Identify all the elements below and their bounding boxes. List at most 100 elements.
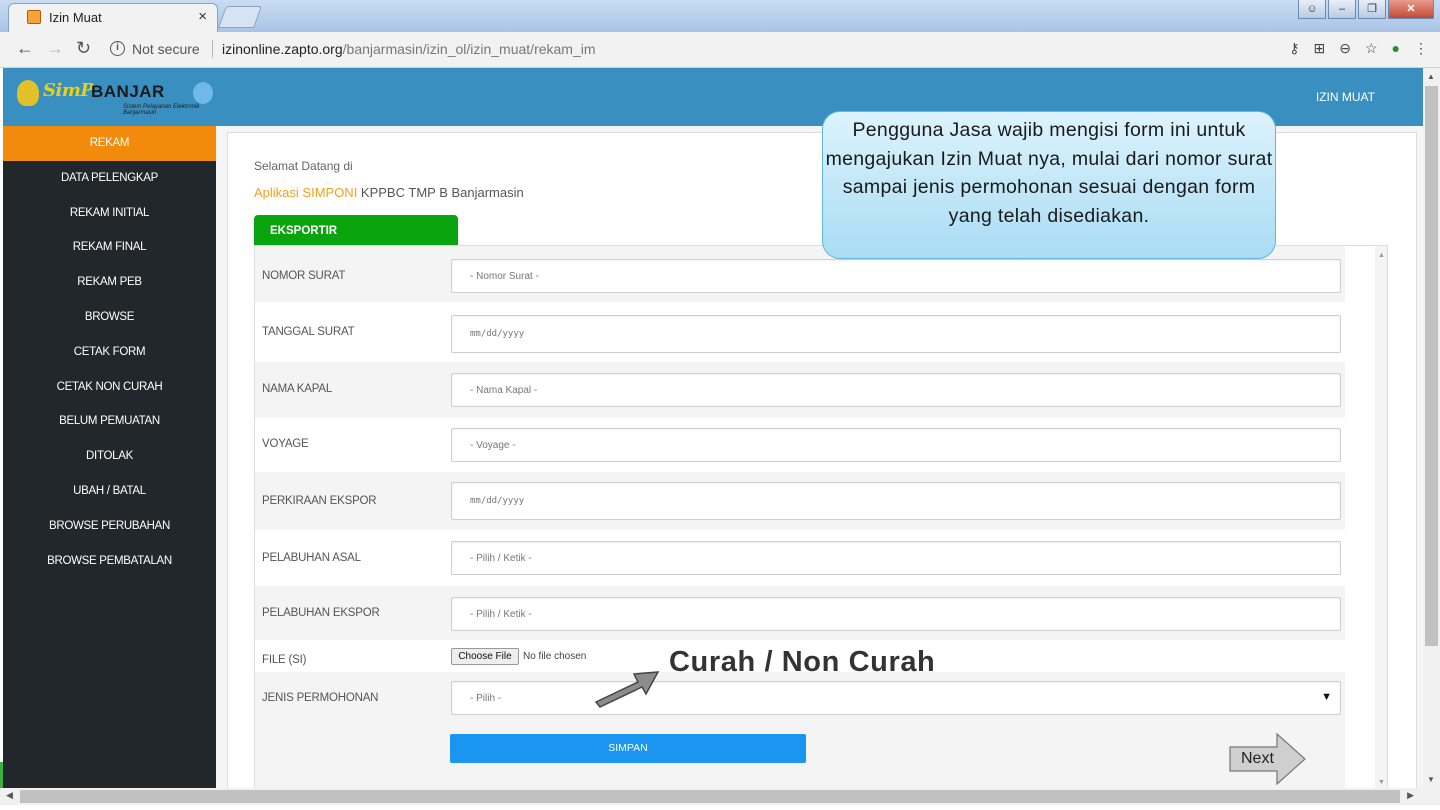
minimize-button[interactable]: – xyxy=(1328,0,1356,19)
simpan-button[interactable]: SIMPAN xyxy=(450,734,806,763)
voyage-input[interactable]: - Voyage - xyxy=(451,428,1341,462)
scroll-right-icon[interactable]: ▶ xyxy=(1407,790,1414,801)
form-scrollbar[interactable]: ▲ ▼ xyxy=(1375,246,1387,790)
form-row-perkiraan-ekspor: PERKIRAAN EKSPOR mm/dd/yyyy xyxy=(255,472,1345,530)
simpeb-logo[interactable]: SimP BANJAR Sistem Pelayanan Elektronik … xyxy=(15,76,217,116)
url-host: izinonline.zapto.org xyxy=(222,41,343,57)
tanggal-surat-input[interactable]: mm/dd/yyyy xyxy=(451,315,1341,353)
form-row-pelabuhan-asal: PELABUHAN ASAL - Pilih / Ketik - xyxy=(255,530,1345,586)
reload-icon[interactable]: ↻ xyxy=(76,38,91,59)
jenis-permohonan-select[interactable]: - Pilih - ▼ xyxy=(451,681,1341,715)
field-label: PELABUHAN EKSPOR xyxy=(262,607,380,619)
url-separator xyxy=(212,40,213,58)
pelabuhan-ekspor-input[interactable]: - Pilih / Ketik - xyxy=(451,597,1341,631)
welcome-text: Selamat Datang di xyxy=(254,159,353,173)
translate-icon[interactable]: ⊞ xyxy=(1314,40,1326,57)
page-horizontal-scrollbar[interactable]: ◀ ▶ xyxy=(0,788,1440,805)
file-label: FILE (SI) xyxy=(262,654,307,666)
globe-icon xyxy=(193,82,213,104)
sidebar-item-rekam-peb[interactable]: REKAM PEB xyxy=(3,265,216,300)
url-text[interactable]: izinonline.zapto.org/banjarmasin/izin_ol… xyxy=(222,41,596,57)
input-placeholder: mm/dd/yyyy xyxy=(470,496,525,506)
form-row-voyage: VOYAGE - Voyage - xyxy=(255,418,1345,472)
sidebar-item-cetak-non-curah[interactable]: CETAK NON CURAH xyxy=(3,370,216,405)
zoom-icon[interactable]: ⊖ xyxy=(1339,40,1351,57)
sidebar-item-browse-pembatalan[interactable]: BROWSE PEMBATALAN xyxy=(3,544,216,579)
sidebar-item-ubah-batal[interactable]: UBAH / BATAL xyxy=(3,474,216,509)
sidebar-item-rekam-initial[interactable]: REKAM INITIAL xyxy=(3,196,216,231)
sidebar-item-cetak-form[interactable]: CETAK FORM xyxy=(3,335,216,370)
logo-tagline: Sistem Pelayanan Elektronik Banjarmasin xyxy=(123,104,200,116)
pelabuhan-asal-input[interactable]: - Pilih / Ketik - xyxy=(451,541,1341,575)
sidebar-item-browse-perubahan[interactable]: BROWSE PERUBAHAN xyxy=(3,509,216,544)
tab-eksportir[interactable]: EKSPORTIR xyxy=(254,215,458,245)
dropdown-arrow-icon: ▼ xyxy=(1321,691,1332,703)
address-bar[interactable]: i Not secure izinonline.zapto.org/banjar… xyxy=(104,36,1364,64)
file-status: No file chosen xyxy=(523,651,587,662)
new-tab-button[interactable] xyxy=(217,6,263,28)
field-label: VOYAGE xyxy=(262,438,309,450)
back-icon[interactable]: ← xyxy=(16,38,34,59)
nama-kapal-input[interactable]: - Nama Kapal - xyxy=(451,373,1341,407)
nomor-surat-input[interactable]: - Nomor Surat - xyxy=(451,259,1341,293)
app-name: Aplikasi SIMPONI KPPBC TMP B Banjarmasin xyxy=(254,185,524,200)
field-label: TANGGAL SURAT xyxy=(262,326,355,338)
scroll-down-icon[interactable]: ▼ xyxy=(1427,775,1435,784)
scroll-thumb[interactable] xyxy=(1425,86,1438,646)
field-label: NAMA KAPAL xyxy=(262,383,333,395)
perkiraan-ekspor-input[interactable]: mm/dd/yyyy xyxy=(451,482,1341,520)
sidebar-item-ditolak[interactable]: DITOLAK xyxy=(3,439,216,474)
menu-icon[interactable]: ⋮ xyxy=(1414,40,1428,57)
logo-brand: SimP xyxy=(43,80,94,101)
input-placeholder: - Pilih / Ketik - xyxy=(470,553,532,564)
scroll-up-icon[interactable]: ▲ xyxy=(1378,252,1385,259)
edge-indicator xyxy=(0,762,3,788)
sidebar-item-browse[interactable]: BROWSE xyxy=(3,300,216,335)
curah-annotation: Curah / Non Curah xyxy=(669,646,936,678)
emblem-icon xyxy=(17,80,39,106)
tab-close-icon[interactable]: × xyxy=(198,8,207,25)
choose-file-button[interactable]: Choose File xyxy=(451,648,519,665)
select-value: - Pilih - xyxy=(470,693,502,704)
scroll-thumb[interactable] xyxy=(20,790,1400,803)
header-module-label[interactable]: IZIN MUAT xyxy=(1316,90,1375,104)
user-icon[interactable]: ☺ xyxy=(1298,0,1326,19)
maximize-button[interactable]: ❐ xyxy=(1358,0,1386,19)
form-row-jenis-permohonan: JENIS PERMOHONAN - Pilih - ▼ xyxy=(255,672,1345,720)
scroll-down-icon[interactable]: ▼ xyxy=(1378,779,1385,786)
pointer-arrow-icon xyxy=(594,671,660,708)
star-icon[interactable]: ☆ xyxy=(1365,40,1378,57)
window-controls: ☺ – ❐ ✕ xyxy=(1298,0,1434,19)
jenis-permohonan-label: JENIS PERMOHONAN xyxy=(262,692,379,704)
field-label: NOMOR SURAT xyxy=(262,270,346,282)
logo-brand-suffix: BANJAR xyxy=(91,82,165,101)
sidebar-item-rekam[interactable]: REKAM xyxy=(3,126,216,161)
extension-icon[interactable]: ● xyxy=(1392,40,1400,57)
instruction-callout: Pengguna Jasa wajib mengisi form ini unt… xyxy=(822,111,1276,259)
browser-toolbar: ← → ↻ i Not secure izinonline.zapto.org/… xyxy=(0,32,1440,68)
sidebar-item-rekam-final[interactable]: REKAM FINAL xyxy=(3,230,216,265)
input-placeholder: - Voyage - xyxy=(470,440,516,451)
sidebar-item-data-pelengkap[interactable]: DATA PELENGKAP xyxy=(3,161,216,196)
form-box: NOMOR SURAT - Nomor Surat - TANGGAL SURA… xyxy=(254,245,1388,791)
info-icon[interactable]: i xyxy=(110,41,125,56)
security-label: Not secure xyxy=(132,41,200,57)
input-placeholder: mm/dd/yyyy xyxy=(470,329,525,339)
favicon-icon xyxy=(27,10,41,24)
form-row-nama-kapal: NAMA KAPAL - Nama Kapal - xyxy=(255,362,1345,418)
page-vertical-scrollbar[interactable]: ▲ ▼ xyxy=(1423,68,1440,788)
input-placeholder: - Nomor Surat - xyxy=(470,271,539,282)
forward-icon[interactable]: → xyxy=(46,38,64,59)
sidebar: REKAM DATA PELENGKAP REKAM INITIAL REKAM… xyxy=(3,126,216,788)
sidebar-item-belum-pemuatan[interactable]: BELUM PEMUATAN xyxy=(3,404,216,439)
toolbar-icons: ⚷ ⊞ ⊖ ☆ ● ⋮ xyxy=(1289,40,1428,57)
scroll-up-icon[interactable]: ▲ xyxy=(1427,72,1435,81)
browser-tab[interactable]: Izin Muat × xyxy=(8,3,218,32)
next-label[interactable]: Next xyxy=(1241,750,1274,768)
field-label: PERKIRAAN EKSPOR xyxy=(262,495,377,507)
form-row-tanggal-surat: TANGGAL SURAT mm/dd/yyyy xyxy=(255,302,1345,362)
scroll-left-icon[interactable]: ◀ xyxy=(6,790,13,801)
key-icon[interactable]: ⚷ xyxy=(1289,40,1299,57)
window-close-button[interactable]: ✕ xyxy=(1388,0,1434,19)
field-label: PELABUHAN ASAL xyxy=(262,552,361,564)
